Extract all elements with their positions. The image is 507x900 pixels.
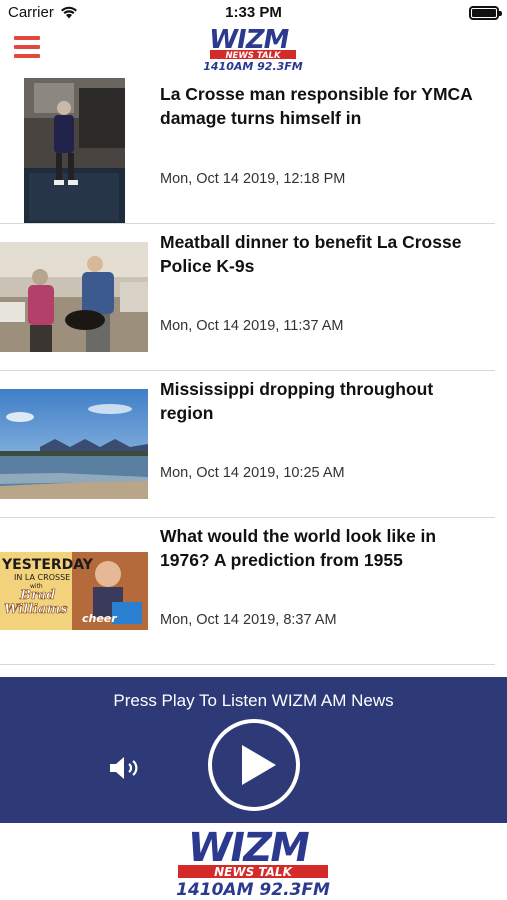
news-feed[interactable]: La Crosse man responsible for YMCA damag…	[0, 76, 507, 676]
article-title[interactable]: Meatball dinner to benefit La Crosse Pol…	[160, 230, 490, 278]
player-prompt: Press Play To Listen WIZM AM News	[113, 691, 394, 710]
play-icon	[242, 745, 276, 785]
status-time: 1:33 PM	[225, 4, 282, 21]
hamburger-menu-icon[interactable]	[14, 36, 40, 58]
footer-logo-tagline: NEWS TALK	[214, 865, 293, 879]
article-title[interactable]: La Crosse man responsible for YMCA damag…	[160, 82, 490, 130]
wizm-logo-header[interactable]: WIZM NEWS TALK 1410AM 92.3FM	[196, 24, 311, 76]
article-item[interactable]: La Crosse man responsible for YMCA damag…	[0, 76, 507, 224]
play-button[interactable]	[208, 719, 300, 811]
thumb-text-in-la-crosse: IN LA CROSSE	[14, 573, 70, 582]
thumb-text-cheer: cheer	[82, 612, 117, 625]
article-title[interactable]: What would the world look like in 1976? …	[160, 524, 490, 572]
article-date: Mon, Oct 14 2019, 8:37 AM	[160, 612, 337, 628]
logo-frequency: 1410AM 92.3FM	[203, 60, 303, 73]
audio-player: Press Play To Listen WIZM AM News	[0, 677, 507, 823]
footer: WIZM NEWS TALK 1410AM 92.3FM	[0, 823, 507, 900]
status-right	[469, 6, 502, 20]
article-thumbnail-meatball-dinner	[0, 242, 148, 352]
thumb-text-yesterday: YESTERDAY	[1, 557, 94, 573]
battery-icon	[469, 6, 502, 20]
status-bar: Carrier 1:33 PM	[0, 0, 507, 26]
article-date: Mon, Oct 14 2019, 11:37 AM	[160, 318, 344, 334]
article-thumbnail-yesterday-in-la-crosse: YESTERDAY IN LA CROSSE with Brad William…	[0, 552, 148, 630]
article-title[interactable]: Mississippi dropping throughout region	[160, 377, 490, 425]
article-thumbnail-mississippi-river	[0, 389, 148, 499]
article-item[interactable]: Meatball dinner to benefit La Crosse Pol…	[0, 224, 507, 371]
volume-icon[interactable]	[108, 755, 144, 781]
divider	[0, 664, 495, 665]
nav-bar: WIZM NEWS TALK 1410AM 92.3FM	[0, 24, 507, 76]
article-date: Mon, Oct 14 2019, 12:18 PM	[160, 171, 346, 187]
article-date: Mon, Oct 14 2019, 10:25 AM	[160, 465, 345, 481]
thumb-text-brad: Brad	[19, 588, 55, 603]
footer-logo-frequency: 1410AM 92.3FM	[176, 880, 330, 900]
article-item[interactable]: YESTERDAY IN LA CROSSE with Brad William…	[0, 518, 507, 665]
wizm-logo-footer[interactable]: WIZM NEWS TALK 1410AM 92.3FM	[172, 825, 334, 900]
article-item[interactable]: Mississippi dropping throughout region M…	[0, 371, 507, 518]
thumb-text-williams: Williams	[4, 602, 68, 617]
article-thumbnail-ymca	[24, 78, 125, 224]
